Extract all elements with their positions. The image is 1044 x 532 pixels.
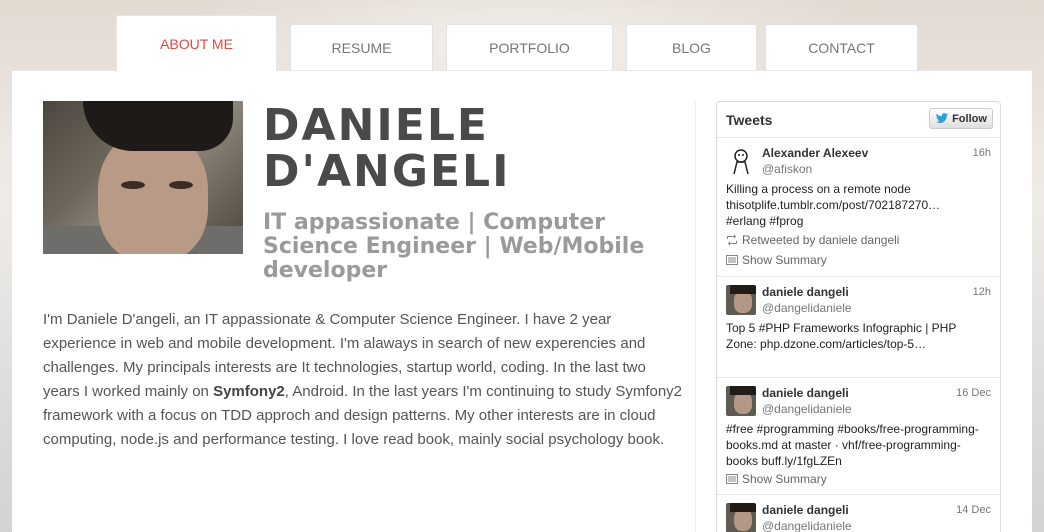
follow-button[interactable]: Follow bbox=[929, 108, 993, 129]
tweet-text: Killing a process on a remote node thiso… bbox=[726, 181, 991, 229]
bio-highlight: Symfony2 bbox=[213, 383, 285, 400]
tweet-hashtags[interactable]: #erlang #fprog bbox=[726, 213, 991, 229]
show-summary-link[interactable]: Show Summary bbox=[726, 472, 827, 486]
tab-portfolio[interactable]: PORTFOLIO bbox=[446, 24, 613, 71]
tweet-item[interactable]: daniele dangeli @dangelidaniele 12h Top … bbox=[717, 277, 1000, 378]
retweet-label: Retweeted by daniele dangeli bbox=[742, 233, 900, 247]
tweets-title: Tweets bbox=[726, 112, 773, 128]
tab-blog[interactable]: BLOG bbox=[626, 24, 757, 71]
page-title: DANIELE D'ANGELI bbox=[263, 103, 683, 195]
retweet-icon bbox=[727, 234, 737, 246]
profile-subtitle: IT appassionate | Computer Science Engin… bbox=[263, 210, 645, 283]
tab-label: ABOUT ME bbox=[160, 36, 233, 52]
follow-label: Follow bbox=[952, 112, 987, 125]
tweet-text-line: books.md at master · vhf/free-programmin… bbox=[726, 438, 961, 452]
tweet-link[interactable]: thisotplife.tumblr.com/post/702187270… bbox=[726, 197, 991, 213]
tweet-item[interactable]: daniele dangeli @dangelidaniele 16 Dec #… bbox=[717, 378, 1000, 495]
tweet-text-line: #free #programming #books/free-programmi… bbox=[726, 422, 979, 436]
tweet-avatar[interactable] bbox=[726, 285, 756, 315]
tweet-timestamp[interactable]: 16h bbox=[973, 147, 991, 159]
show-summary-link[interactable]: Show Summary bbox=[726, 253, 827, 267]
tweet-timestamp[interactable]: 12h bbox=[973, 286, 991, 298]
tweet-author-handle[interactable]: @dangelidaniele bbox=[762, 402, 852, 416]
tweet-author-handle[interactable]: @afiskon bbox=[762, 162, 812, 176]
column-divider bbox=[695, 101, 696, 532]
tweets-widget: Tweets Follow Alexander Alexeev @afiskon… bbox=[716, 101, 1001, 532]
tweet-text-line: Top 5 #PHP Frameworks Infographic | PHP bbox=[726, 321, 957, 335]
tab-label: PORTFOLIO bbox=[489, 40, 570, 56]
tab-label: CONTACT bbox=[808, 40, 875, 56]
tab-label: RESUME bbox=[331, 40, 392, 56]
tab-about-me[interactable]: ABOUT ME bbox=[116, 15, 277, 72]
tweet-avatar[interactable] bbox=[726, 386, 756, 416]
bio-paragraph: I'm Daniele D'angeli, an IT appassionate… bbox=[43, 308, 683, 452]
cartoon-avatar-icon bbox=[733, 149, 749, 175]
profile-photo bbox=[43, 101, 243, 254]
summary-icon bbox=[726, 474, 738, 484]
tweet-author-handle[interactable]: @dangelidaniele bbox=[762, 301, 852, 315]
tweet-item[interactable]: Alexander Alexeev @afiskon 16h Killing a… bbox=[717, 138, 1000, 277]
tab-label: BLOG bbox=[672, 40, 711, 56]
tweet-text-line: Killing a process on a remote node bbox=[726, 182, 911, 196]
tweet-avatar[interactable] bbox=[726, 503, 756, 532]
tweet-author-name[interactable]: daniele dangeli bbox=[762, 386, 849, 400]
tab-resume[interactable]: RESUME bbox=[290, 24, 433, 71]
tweets-header: Tweets Follow bbox=[717, 102, 1000, 138]
tweet-author-handle[interactable]: @dangelidaniele bbox=[762, 519, 852, 532]
tweet-avatar[interactable] bbox=[726, 146, 756, 176]
tweet-timestamp[interactable]: 14 Dec bbox=[956, 504, 991, 516]
tweet-text: Top 5 #PHP Frameworks Infographic | PHP … bbox=[726, 320, 991, 352]
tweet-text: #free #programming #books/free-programmi… bbox=[726, 421, 991, 469]
retweet-info: Retweeted by daniele dangeli bbox=[726, 233, 899, 247]
tweet-author-name[interactable]: daniele dangeli bbox=[762, 503, 849, 517]
tweet-item[interactable]: daniele dangeli @dangelidaniele 14 Dec bbox=[717, 495, 1000, 532]
tab-contact[interactable]: CONTACT bbox=[765, 24, 918, 71]
tweet-link[interactable]: books buff.ly/1fgLZEn bbox=[726, 453, 991, 469]
tweet-timestamp[interactable]: 16 Dec bbox=[956, 387, 991, 399]
name-line-2: D'ANGELI bbox=[263, 146, 511, 197]
show-summary-label: Show Summary bbox=[742, 253, 827, 267]
tweet-author-name[interactable]: Alexander Alexeev bbox=[762, 146, 868, 160]
tweet-author-name[interactable]: daniele dangeli bbox=[762, 285, 849, 299]
tweet-link[interactable]: Zone: php.dzone.com/articles/top-5… bbox=[726, 336, 991, 352]
twitter-bird-icon bbox=[936, 113, 949, 124]
show-summary-label: Show Summary bbox=[742, 472, 827, 486]
summary-icon bbox=[726, 255, 738, 265]
name-line-1: DANIELE bbox=[263, 100, 489, 151]
